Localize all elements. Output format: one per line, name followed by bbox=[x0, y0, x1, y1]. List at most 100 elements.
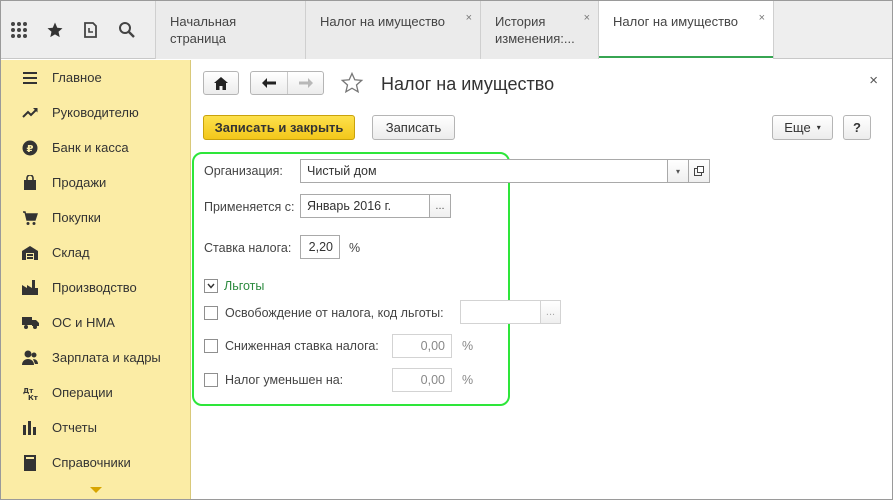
save-and-close-button[interactable]: Записать и закрыть bbox=[203, 115, 355, 140]
shopping-bag-icon bbox=[21, 174, 39, 192]
forward-button[interactable] bbox=[287, 72, 323, 94]
history-icon[interactable] bbox=[73, 1, 109, 59]
sidebar-item-label: Банк и касса bbox=[52, 140, 129, 155]
home-button[interactable] bbox=[203, 71, 239, 95]
benefits-collapse-toggle[interactable] bbox=[204, 279, 218, 293]
sidebar-item-label: Продажи bbox=[52, 175, 107, 190]
menu-lines-icon bbox=[21, 69, 39, 87]
tax-reduced-unit: % bbox=[462, 373, 474, 387]
arrow-left-icon bbox=[262, 78, 276, 88]
organization-label: Организация: bbox=[204, 164, 283, 178]
back-button[interactable] bbox=[251, 72, 287, 94]
sidebar-item-label: ОС и НМА bbox=[52, 315, 115, 330]
tax-rate-unit: % bbox=[349, 241, 361, 255]
exemption-select-button[interactable]: ... bbox=[540, 300, 561, 324]
arrow-right-icon bbox=[298, 78, 313, 88]
sidebar-item-label: Производство bbox=[52, 280, 137, 295]
tax-rate-label: Ставка налога: bbox=[204, 241, 292, 255]
applies-from-field[interactable]: Январь 2016 г. bbox=[300, 194, 430, 218]
tab-label: История изменения:... bbox=[495, 14, 575, 46]
exemption-code-field[interactable] bbox=[460, 300, 542, 324]
open-window-icon bbox=[694, 166, 704, 176]
sidebar-item-operations[interactable]: Дт Кт Операции bbox=[1, 375, 190, 410]
sidebar-item-label: Операции bbox=[52, 385, 113, 400]
top-icon-bar bbox=[1, 1, 155, 59]
apps-grid-icon[interactable] bbox=[1, 1, 37, 59]
sidebar-item-manager[interactable]: Руководителю bbox=[1, 95, 190, 130]
star-icon[interactable] bbox=[37, 1, 73, 59]
chevron-down-icon[interactable] bbox=[90, 487, 102, 493]
sidebar-item-references[interactable]: Справочники bbox=[1, 445, 190, 480]
sidebar-item-label: Зарплата и кадры bbox=[52, 350, 161, 365]
factory-icon bbox=[21, 279, 39, 297]
close-icon[interactable]: × bbox=[759, 10, 765, 27]
caret-down-icon: ▾ bbox=[816, 123, 821, 132]
tax-reduced-checkbox[interactable] bbox=[204, 373, 218, 387]
sidebar-item-payroll[interactable]: Зарплата и кадры bbox=[1, 340, 190, 375]
form-area: Налог на имущество × Записать и закрыть … bbox=[192, 60, 892, 499]
book-icon bbox=[21, 454, 39, 472]
tab-label: Налог на имущество bbox=[320, 14, 446, 29]
ruble-coin-icon: ₽ bbox=[21, 139, 39, 157]
more-button[interactable]: Еще ▾ bbox=[772, 115, 833, 140]
tax-reduced-label: Налог уменьшен на: bbox=[225, 373, 344, 387]
sidebar-item-label: Покупки bbox=[52, 210, 101, 225]
tab-change-history[interactable]: История изменения:... × bbox=[480, 1, 598, 59]
sidebar-item-production[interactable]: Производство bbox=[1, 270, 190, 305]
search-icon[interactable] bbox=[109, 1, 145, 59]
sidebar-item-label: Руководителю bbox=[52, 105, 139, 120]
top-bar: Начальная страница Налог на имущество × … bbox=[1, 1, 892, 59]
sidebar-item-label: Справочники bbox=[52, 455, 131, 470]
form-title: Налог на имущество bbox=[381, 74, 555, 94]
reduced-rate-field[interactable]: 0,00 bbox=[392, 334, 452, 358]
sidebar-item-warehouse[interactable]: Склад bbox=[1, 235, 190, 270]
tax-reduced-field[interactable]: 0,00 bbox=[392, 368, 452, 392]
tab-property-tax[interactable]: Налог на имущество × bbox=[305, 1, 480, 59]
close-icon[interactable]: × bbox=[869, 72, 878, 89]
applies-from-select-button[interactable]: ... bbox=[429, 194, 451, 218]
sidebar-item-label: Главное bbox=[52, 70, 102, 85]
tax-rate-field[interactable]: 2,20 bbox=[300, 235, 340, 259]
navigation-buttons bbox=[250, 71, 324, 95]
sidebar-item-fixed-assets[interactable]: ОС и НМА bbox=[1, 305, 190, 340]
sidebar-item-bank[interactable]: ₽ Банк и касса bbox=[1, 130, 190, 165]
shopping-cart-icon bbox=[21, 209, 39, 227]
tab-property-tax-active[interactable]: Налог на имущество × bbox=[598, 1, 774, 59]
organization-open-button[interactable] bbox=[688, 159, 710, 183]
applies-from-label: Применяется с: bbox=[204, 200, 295, 214]
tab-label: Начальная страница bbox=[170, 14, 237, 46]
exemption-label: Освобождение от налога, код льготы: bbox=[225, 306, 444, 320]
tab-label: Налог на имущество bbox=[613, 14, 739, 29]
debit-credit-icon: Дт Кт bbox=[21, 384, 39, 402]
sidebar-item-sales[interactable]: Продажи bbox=[1, 165, 190, 200]
favorite-star-icon[interactable] bbox=[340, 71, 366, 97]
chevron-down-icon bbox=[207, 283, 215, 289]
sidebar-item-label: Склад bbox=[52, 245, 90, 260]
organization-dropdown-button[interactable]: ▾ bbox=[667, 159, 689, 183]
tab-home-page[interactable]: Начальная страница bbox=[155, 1, 305, 59]
warehouse-icon bbox=[21, 244, 39, 262]
close-icon[interactable]: × bbox=[466, 10, 472, 27]
sidebar-item-reports[interactable]: Отчеты bbox=[1, 410, 190, 445]
help-button[interactable]: ? bbox=[843, 115, 871, 140]
trend-up-icon bbox=[21, 104, 39, 122]
close-icon[interactable]: × bbox=[584, 10, 590, 27]
caret-down-icon: ▾ bbox=[675, 166, 680, 176]
svg-text:₽: ₽ bbox=[27, 144, 34, 155]
save-button[interactable]: Записать bbox=[372, 115, 455, 140]
svg-text:Кт: Кт bbox=[28, 394, 38, 401]
reduced-rate-checkbox[interactable] bbox=[204, 339, 218, 353]
benefits-group-title[interactable]: Льготы bbox=[224, 279, 264, 293]
reduced-rate-label: Сниженная ставка налога: bbox=[225, 339, 379, 353]
reduced-rate-unit: % bbox=[462, 339, 474, 353]
exemption-checkbox[interactable] bbox=[204, 306, 218, 320]
home-icon bbox=[214, 76, 228, 90]
sidebar: Главное Руководителю ₽ Банк и касса Прод… bbox=[1, 60, 191, 499]
organization-field[interactable]: Чистый дом bbox=[300, 159, 668, 183]
people-icon bbox=[21, 349, 39, 367]
sidebar-item-label: Отчеты bbox=[52, 420, 97, 435]
sidebar-item-purchases[interactable]: Покупки bbox=[1, 200, 190, 235]
sidebar-item-main[interactable]: Главное bbox=[1, 60, 190, 95]
bar-chart-icon bbox=[21, 419, 39, 437]
truck-icon bbox=[21, 314, 39, 332]
